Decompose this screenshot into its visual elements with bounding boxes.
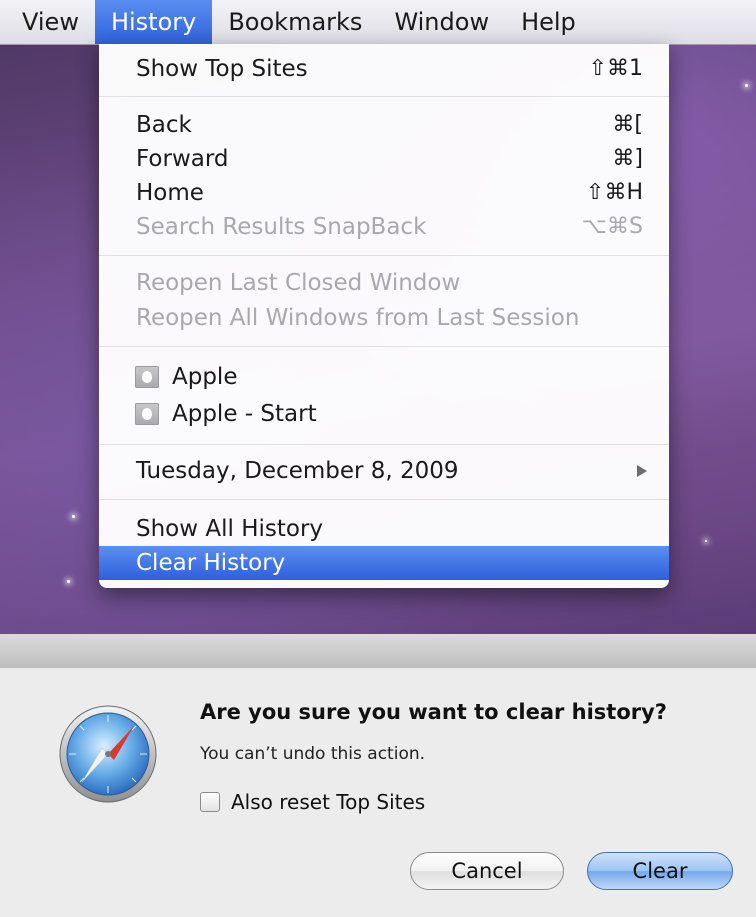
- submenu-arrow-icon: [637, 465, 647, 477]
- menu-item-show-top-sites[interactable]: Show Top Sites ⇧⌘1: [99, 52, 669, 86]
- menu-item-clear-history[interactable]: Clear History: [99, 546, 669, 580]
- menu-help[interactable]: Help: [505, 0, 592, 44]
- menu-item-label: Forward: [136, 146, 229, 172]
- clear-button[interactable]: Clear: [587, 852, 733, 890]
- dialog-title: Are you sure you want to clear history?: [200, 700, 667, 724]
- menu-item-show-all-history[interactable]: Show All History: [99, 512, 669, 546]
- history-menu: Show Top Sites ⇧⌘1 Back ⌘[ Forward ⌘] Ho…: [99, 44, 669, 588]
- menu-separator: [99, 499, 669, 500]
- menu-separator: [99, 346, 669, 347]
- menu-item-label: Apple: [172, 364, 238, 390]
- menu-item-shortcut: ⌘[: [612, 112, 643, 137]
- menu-item-date-submenu[interactable]: Tuesday, December 8, 2009: [99, 454, 669, 488]
- menu-item-back[interactable]: Back ⌘[: [99, 108, 669, 142]
- menu-item-shortcut: ⇧⌘1: [588, 56, 643, 81]
- menu-item-recent-apple[interactable]: Apple: [99, 360, 669, 394]
- menu-item-recent-apple-start[interactable]: Apple - Start: [99, 397, 669, 431]
- star-decoration: [705, 540, 707, 542]
- menu-item-label: Home: [136, 180, 204, 206]
- menu-separator: [99, 96, 669, 97]
- safari-compass-icon: [59, 705, 157, 803]
- menu-item-label: Clear History: [136, 550, 286, 576]
- menu-item-shortcut: ⇧⌘H: [586, 180, 643, 205]
- menu-item-label: Reopen Last Closed Window: [136, 270, 461, 296]
- menu-item-label: Show All History: [136, 516, 324, 542]
- menu-item-label: Reopen All Windows from Last Session: [136, 305, 580, 331]
- menu-bar: View History Bookmarks Window Help: [0, 0, 756, 45]
- menu-item-shortcut: ⌘]: [612, 146, 643, 171]
- menu-item-reopen-all-windows: Reopen All Windows from Last Session: [99, 301, 669, 335]
- menu-item-label: Tuesday, December 8, 2009: [136, 458, 459, 484]
- apple-site-icon: [135, 366, 159, 388]
- dialog-title-bar: [0, 634, 756, 669]
- star-decoration: [67, 580, 70, 583]
- reset-top-sites-option: Also reset Top Sites: [200, 790, 425, 814]
- clear-history-dialog: Are you sure you want to clear history? …: [0, 668, 756, 917]
- reset-top-sites-label[interactable]: Also reset Top Sites: [231, 790, 425, 814]
- menu-item-snapback: Search Results SnapBack ⌥⌘S: [99, 210, 669, 244]
- dialog-message: You can’t undo this action.: [200, 744, 426, 764]
- menu-item-reopen-last-window: Reopen Last Closed Window: [99, 266, 669, 300]
- reset-top-sites-checkbox[interactable]: [200, 792, 220, 812]
- menu-item-label: Search Results SnapBack: [136, 214, 427, 240]
- menu-window[interactable]: Window: [378, 0, 505, 44]
- menu-history[interactable]: History: [94, 0, 213, 44]
- star-decoration: [72, 515, 75, 518]
- menu-bookmarks[interactable]: Bookmarks: [212, 0, 378, 44]
- menu-separator: [99, 444, 669, 445]
- menu-separator: [99, 255, 669, 256]
- menu-item-shortcut: ⌥⌘S: [581, 214, 643, 239]
- menu-item-label: Show Top Sites: [136, 56, 308, 82]
- menu-item-forward[interactable]: Forward ⌘]: [99, 142, 669, 176]
- menu-item-home[interactable]: Home ⇧⌘H: [99, 176, 669, 210]
- star-decoration: [745, 84, 748, 87]
- menu-item-label: Back: [136, 112, 192, 138]
- cancel-button[interactable]: Cancel: [410, 852, 564, 890]
- apple-site-icon: [135, 403, 159, 425]
- menu-item-label: Apple - Start: [172, 401, 317, 427]
- menu-view[interactable]: View: [0, 0, 95, 44]
